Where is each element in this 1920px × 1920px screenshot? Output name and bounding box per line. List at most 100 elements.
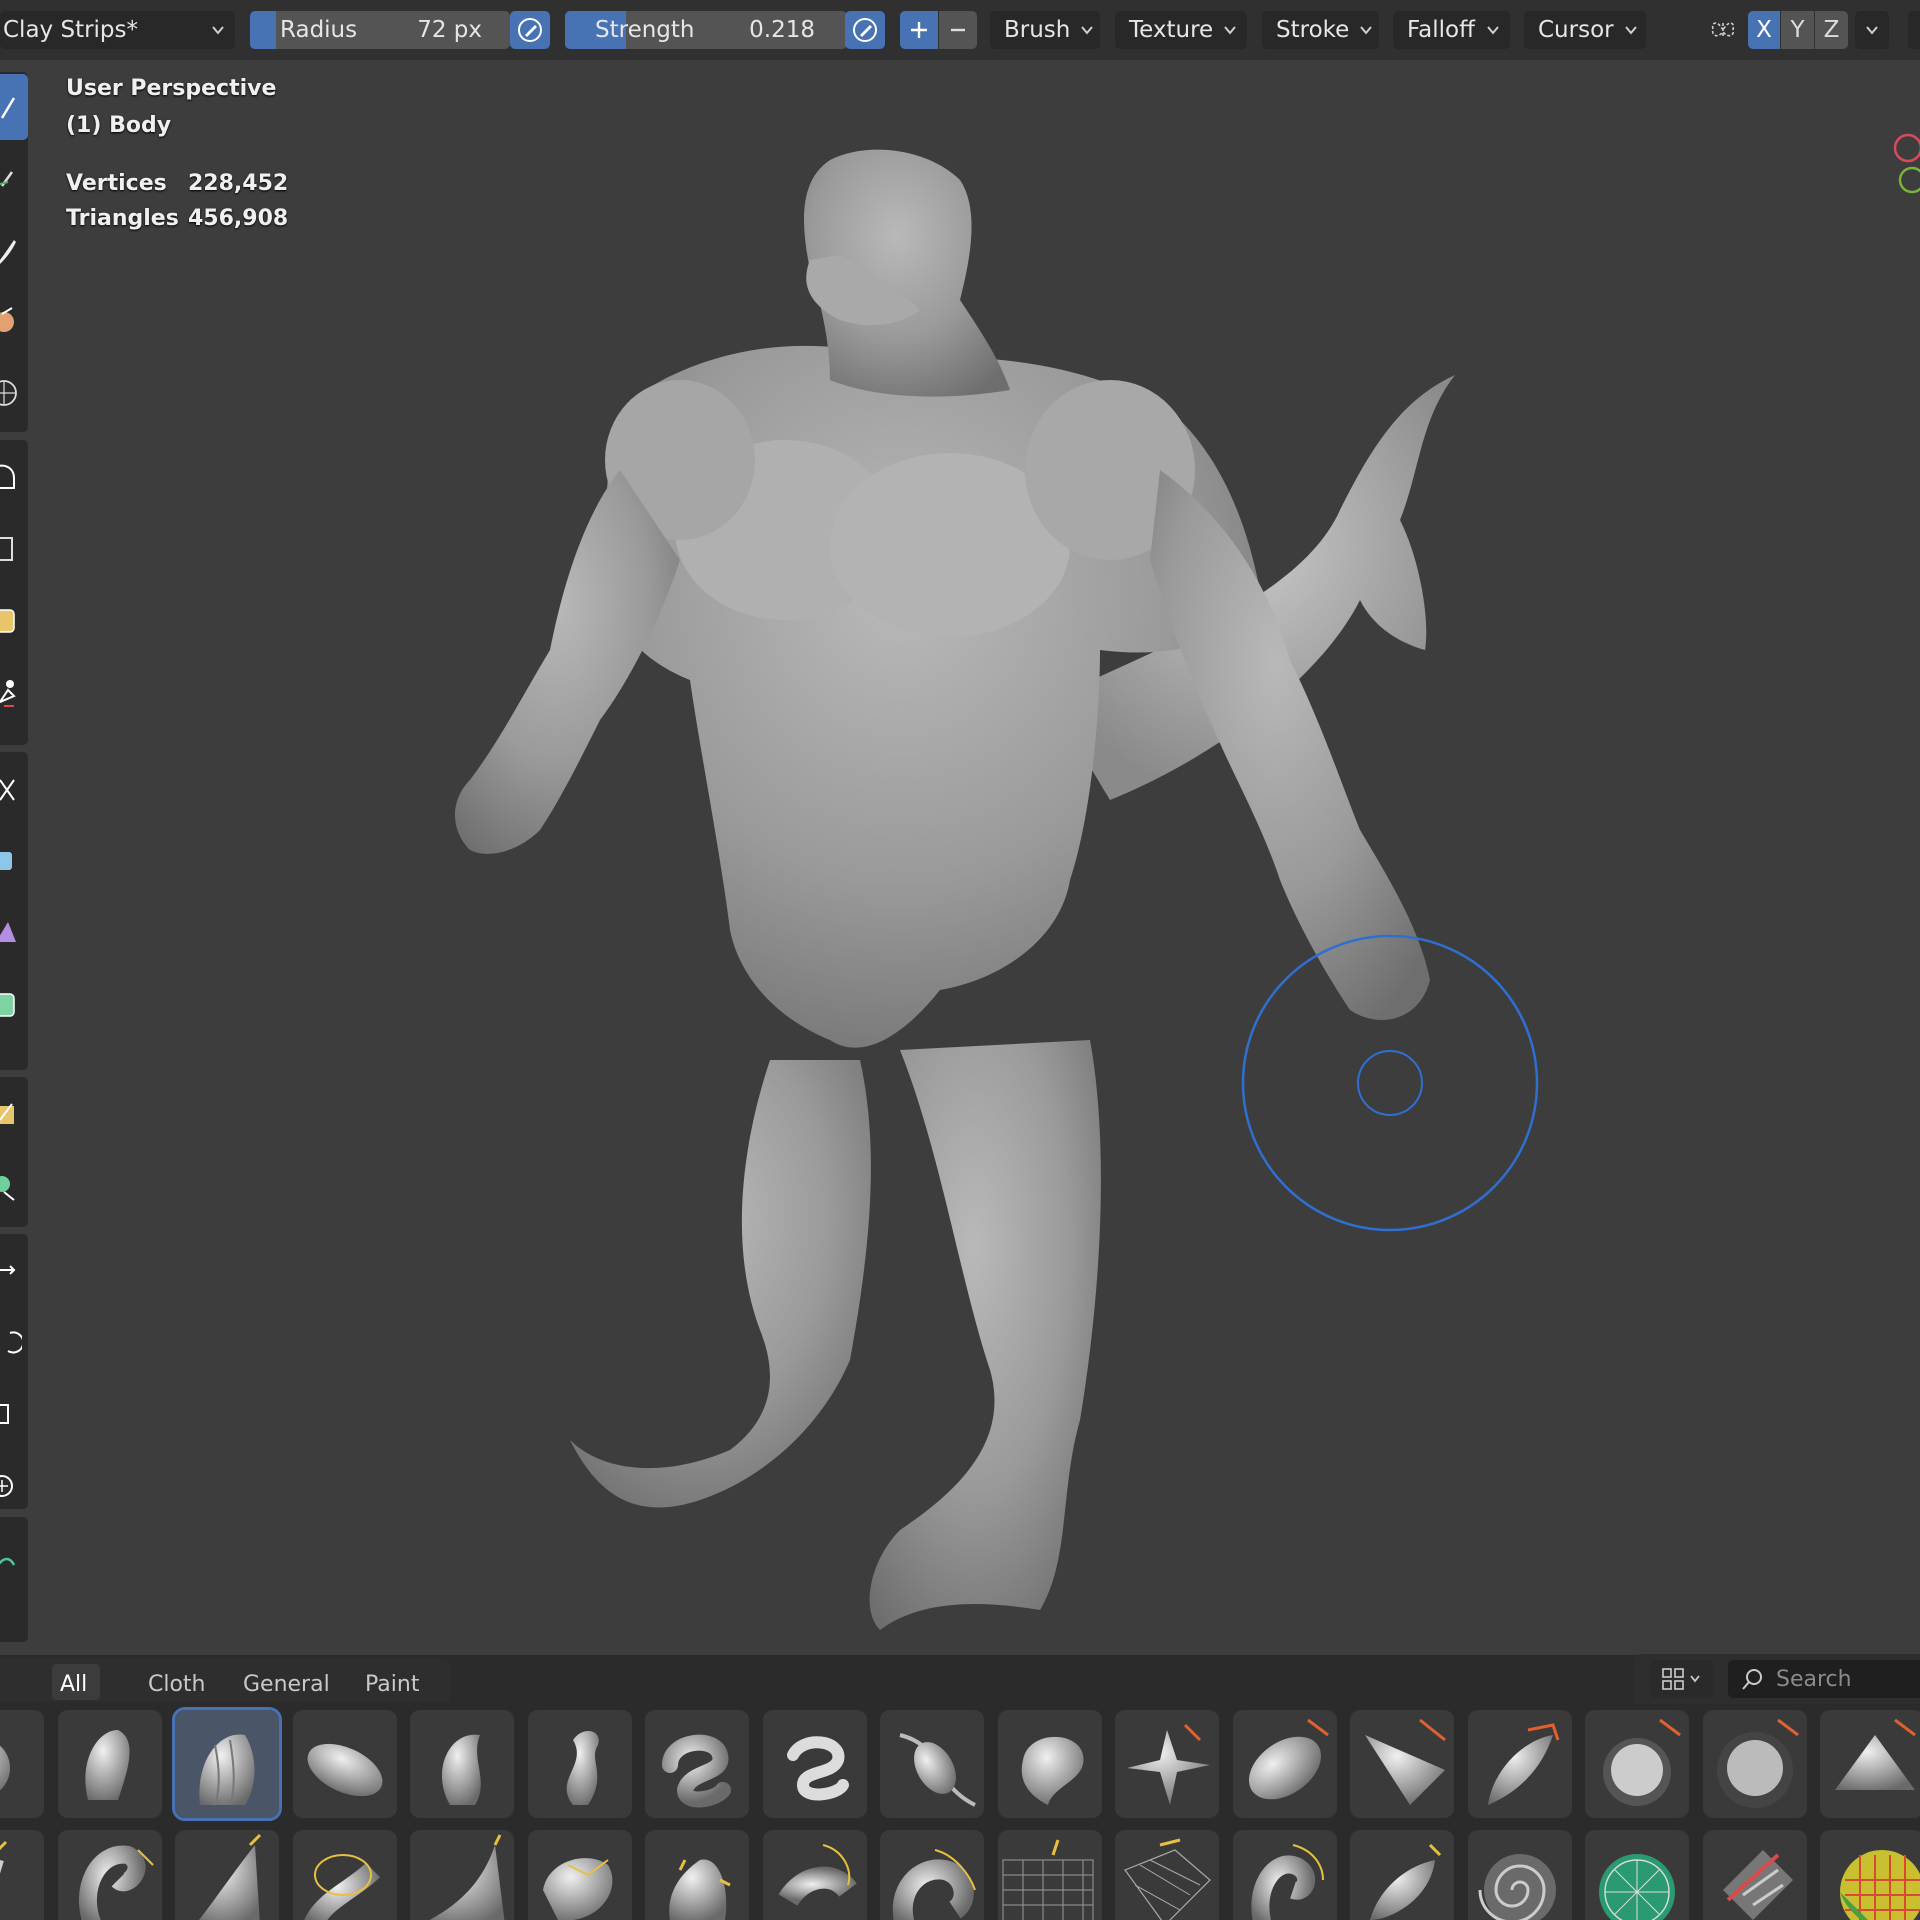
brush-thumbnail[interactable] <box>57 1710 162 1818</box>
brush-thumbnail[interactable] <box>527 1830 632 1920</box>
tool-move[interactable] <box>0 1237 28 1303</box>
brush-thumbnail[interactable] <box>0 1710 44 1818</box>
brush-thumbnail[interactable] <box>1115 1830 1219 1920</box>
brush-preview-icon <box>1365 1718 1446 1805</box>
brush-preview-icon <box>307 1743 382 1797</box>
face-set-icon <box>0 609 15 633</box>
triangles-label: Triangles <box>66 206 179 231</box>
sphere-mesh-icon <box>0 380 17 406</box>
brush-thumbnail[interactable] <box>1115 1710 1219 1818</box>
tool-transform[interactable] <box>0 1453 28 1519</box>
brush-thumbnail[interactable] <box>1350 1710 1454 1818</box>
brush-thumbnail[interactable] <box>645 1830 749 1920</box>
scale-icon <box>0 1404 9 1424</box>
pencil-icon <box>0 171 14 187</box>
brush-thumbnail[interactable] <box>997 1830 1102 1920</box>
radius-pressure-toggle[interactable] <box>510 11 550 49</box>
tab-all[interactable]: All <box>60 1672 87 1697</box>
subtract-direction-button[interactable] <box>939 11 977 49</box>
tab-paint[interactable]: Paint <box>365 1672 419 1697</box>
line-project-icon <box>0 779 15 801</box>
brush-thumbnail[interactable] <box>527 1710 632 1818</box>
brush-thumbnail[interactable] <box>1585 1710 1689 1818</box>
tool-draw[interactable] <box>0 74 28 140</box>
navigation-gizmo[interactable] <box>1888 128 1920 208</box>
tool-rotate[interactable] <box>0 1309 28 1375</box>
tool-box-mask[interactable] <box>0 444 28 510</box>
rotate-icon <box>7 1331 22 1354</box>
brush-thumbnail[interactable] <box>1467 1710 1572 1818</box>
radius-slider[interactable]: Radius 72 px <box>250 11 510 49</box>
brush-selector[interactable]: Clay Strips* <box>0 11 235 49</box>
brush-thumbnail[interactable] <box>880 1830 984 1920</box>
brush-thumbnail[interactable] <box>1350 1830 1454 1920</box>
brush-thumbnail[interactable] <box>762 1710 867 1818</box>
strength-slider[interactable]: Strength 0.218 <box>565 11 847 49</box>
brush-preview-icon <box>1370 1843 1442 1920</box>
brush-preview-icon <box>429 1834 505 1920</box>
brush-thumbnail[interactable] <box>762 1830 867 1920</box>
tool-draw-sharp[interactable] <box>0 144 28 210</box>
asset-search-field[interactable]: Search <box>1728 1660 1920 1698</box>
radius-value: 72 px <box>417 17 482 43</box>
brush-menu-label: Brush <box>1004 17 1071 43</box>
options-button[interactable] <box>1908 11 1920 49</box>
mirror-z-toggle[interactable]: Z <box>1815 11 1848 49</box>
brush-thumbnail[interactable] <box>1820 1830 1920 1920</box>
tool-annotate[interactable] <box>0 1527 28 1593</box>
tool-lasso-face-set[interactable] <box>0 588 28 654</box>
tool-color-filter[interactable] <box>0 972 28 1038</box>
tool-mask-sphere[interactable] <box>0 360 28 426</box>
falloff-menu[interactable]: Falloff <box>1393 11 1510 49</box>
symmetry-options-dropdown[interactable] <box>1855 11 1889 49</box>
brush-menu[interactable]: Brush <box>990 11 1100 49</box>
brush-thumbnail[interactable] <box>1820 1710 1920 1818</box>
tool-mesh-filter[interactable] <box>0 828 28 894</box>
brush-preview-icon <box>303 1854 380 1920</box>
brush-thumbnail[interactable] <box>1702 1710 1807 1818</box>
tool-cloth-filter[interactable] <box>0 900 28 966</box>
brush-thumbnail[interactable] <box>292 1830 397 1920</box>
brush-preview-icon <box>199 1734 255 1806</box>
tool-line-project[interactable] <box>0 756 28 822</box>
3d-viewport[interactable]: User Perspective (1) Body Vertices 228,4… <box>0 60 1920 1660</box>
tool-trim[interactable] <box>0 660 28 726</box>
chevron-down-icon <box>1081 26 1094 35</box>
strength-pressure-toggle[interactable] <box>845 11 885 49</box>
brush-thumbnail[interactable] <box>172 1707 282 1821</box>
cursor-menu-label: Cursor <box>1538 17 1614 43</box>
brush-thumbnail[interactable] <box>1467 1830 1572 1920</box>
tool-scale[interactable] <box>0 1381 28 1447</box>
mirror-x-toggle[interactable]: X <box>1748 11 1780 49</box>
brush-thumbnail[interactable] <box>410 1830 514 1920</box>
brush-thumbnail[interactable] <box>410 1710 514 1818</box>
tab-general[interactable]: General <box>243 1672 330 1697</box>
edit-face-set-icon <box>0 1103 14 1124</box>
brush-preview-icon <box>1603 1718 1681 1806</box>
display-size-dropdown[interactable] <box>1650 1660 1714 1698</box>
brush-thumbnail[interactable] <box>1232 1830 1337 1920</box>
brush-thumbnail[interactable] <box>0 1830 44 1920</box>
brush-thumbnail[interactable] <box>292 1710 397 1818</box>
brush-thumbnail[interactable] <box>880 1710 984 1818</box>
stroke-menu[interactable]: Stroke <box>1262 11 1379 49</box>
brush-thumbnail[interactable] <box>175 1830 279 1920</box>
tool-clay[interactable] <box>0 216 28 282</box>
brush-preview-icon <box>662 1734 731 1808</box>
brush-thumbnail[interactable] <box>1702 1830 1807 1920</box>
tool-smooth[interactable] <box>0 288 28 354</box>
tab-cloth[interactable]: Cloth <box>148 1672 206 1697</box>
symmetry-button[interactable] <box>1706 11 1740 49</box>
tool-mask-by-color[interactable] <box>0 1154 28 1220</box>
tool-edit-face-set[interactable] <box>0 1082 28 1148</box>
add-direction-button[interactable] <box>900 11 938 49</box>
brush-thumbnail[interactable] <box>997 1710 1102 1818</box>
cursor-menu[interactable]: Cursor <box>1524 11 1646 49</box>
brush-thumbnail[interactable] <box>1232 1710 1337 1818</box>
texture-menu[interactable]: Texture <box>1115 11 1247 49</box>
tool-box-face-set[interactable] <box>0 516 28 582</box>
brush-thumbnail[interactable] <box>57 1830 162 1920</box>
mirror-y-toggle[interactable]: Y <box>1781 11 1814 49</box>
brush-thumbnail[interactable] <box>645 1710 749 1818</box>
brush-thumbnail[interactable] <box>1585 1830 1689 1920</box>
